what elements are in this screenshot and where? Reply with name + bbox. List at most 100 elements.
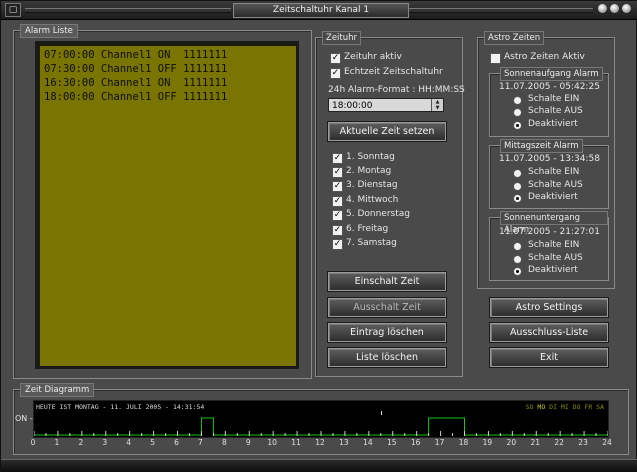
- day-checkbox-mittwoch[interactable]: ✓: [332, 196, 343, 207]
- radio-label: Deaktiviert: [528, 119, 578, 129]
- hour-tick-label: 14: [363, 438, 373, 447]
- hour-tick-label: 2: [78, 438, 84, 447]
- noon-ein-radio[interactable]: [513, 169, 522, 178]
- alarm-list-display[interactable]: 07:00:00 Channel1 ON 1111111 07:30:00 Ch…: [35, 41, 299, 369]
- noon-deaktiviert-radio[interactable]: [513, 194, 522, 203]
- hour-tick-label: 0: [30, 438, 36, 447]
- hour-tick-label: 15: [386, 438, 397, 447]
- title-bar[interactable]: ▢ Zeitschaltuhr Kanal 1: [1, 1, 637, 20]
- astro-settings-button[interactable]: Astro Settings: [490, 298, 608, 317]
- noon-aus-radio[interactable]: [513, 182, 522, 191]
- minimize-icon[interactable]: [598, 4, 607, 13]
- day-label: 2. Montag: [346, 166, 392, 176]
- window-title: Zeitschaltuhr Kanal 1: [233, 3, 409, 18]
- hour-tick-label: 10: [267, 438, 277, 447]
- hour-tick-label: 8: [221, 438, 227, 447]
- hour-tick-label: 21: [530, 438, 541, 447]
- hour-tick-label: 3: [102, 438, 108, 447]
- hour-tick-label: 7: [198, 438, 203, 447]
- day-label: 4. Mittwoch: [346, 195, 399, 205]
- astro-aktiv-checkbox[interactable]: [490, 53, 501, 64]
- alarm-entry[interactable]: 07:30:00 Channel1 OFF 1111111: [44, 62, 290, 76]
- day-label: 6. Freitag: [346, 224, 389, 234]
- alarm-time-value: 18:00:00: [332, 101, 373, 111]
- day-checkbox-sonntag[interactable]: ✓: [332, 153, 343, 164]
- hour-tick-label: 18: [458, 438, 469, 447]
- liste-loeschen-button[interactable]: Liste löschen: [328, 348, 446, 367]
- diagram-chart: [34, 411, 608, 436]
- sunset-datetime: 11.07.2005 - 21:27:01: [499, 227, 600, 237]
- day-checkbox-samstag[interactable]: ✓: [332, 239, 343, 250]
- radio-label: Schalte EIN: [528, 240, 580, 250]
- eintrag-loeschen-button[interactable]: Eintrag löschen: [328, 323, 446, 342]
- spin-down-icon[interactable]: ▼: [432, 105, 443, 111]
- alarm-entry[interactable]: 18:00:00 Channel1 OFF 1111111: [44, 90, 290, 104]
- sunset-aus-radio[interactable]: [513, 255, 522, 264]
- radio-label: Schalte EIN: [528, 167, 580, 177]
- sunrise-ein-radio[interactable]: [513, 96, 522, 105]
- radio-label: Deaktiviert: [528, 265, 578, 275]
- day-checkbox-dienstag[interactable]: ✓: [332, 181, 343, 192]
- hour-tick-label: 5: [150, 438, 155, 447]
- time-format-label: 24h Alarm-Format : HH:MM:SS: [328, 85, 465, 95]
- hour-tick-label: 9: [245, 438, 251, 447]
- ausschalt-zeit-button[interactable]: Ausschalt Zeit: [328, 298, 446, 317]
- alarm-entry[interactable]: 07:00:00 Channel1 ON 1111111: [44, 48, 290, 62]
- hour-tick-label: 19: [482, 438, 493, 447]
- radio-label: Schalte AUS: [528, 180, 583, 190]
- zeituhr-aktiv-checkbox[interactable]: ✓: [330, 53, 341, 64]
- alarm-time-input[interactable]: 18:00:00 ▲ ▼: [328, 98, 444, 112]
- echtzeit-label: Echtzeit Zeitschaltuhr: [344, 67, 443, 77]
- on-label: ON -: [15, 414, 33, 423]
- sunrise-datetime: 11.07.2005 - 05:42:25: [499, 82, 600, 92]
- hour-tick-label: 17: [434, 438, 445, 447]
- hour-tick-label: 12: [315, 438, 325, 447]
- time-spinner[interactable]: ▲ ▼: [431, 99, 443, 111]
- hour-tick-label: 4: [126, 438, 132, 447]
- ausschluss-liste-button[interactable]: Ausschluss-Liste: [490, 323, 608, 342]
- day-checkbox-donnerstag[interactable]: ✓: [332, 210, 343, 221]
- time-diagram-label: Zeit Diagramm: [20, 383, 95, 397]
- astro-aktiv-label: Astro Zeiten Aktiv: [504, 52, 585, 62]
- hour-tick-label: 6: [174, 438, 179, 447]
- hour-tick-label: 20: [506, 438, 517, 447]
- sunrise-label: Sonnenaufgang Alarm: [500, 67, 603, 81]
- day-checkbox-montag[interactable]: ✓: [332, 167, 343, 178]
- exit-button[interactable]: Exit: [490, 348, 608, 367]
- maximize-icon[interactable]: [610, 4, 619, 13]
- day-label: 5. Donnerstag: [346, 209, 410, 219]
- radio-label: Schalte EIN: [528, 94, 580, 104]
- alarm-entry[interactable]: 16:30:00 Channel1 ON 1111111: [44, 76, 290, 90]
- noon-label: Mittagszeit Alarm: [500, 139, 583, 153]
- close-icon[interactable]: [622, 4, 631, 13]
- hour-tick-label: 16: [410, 438, 421, 447]
- day-label: 3. Dienstag: [346, 180, 398, 190]
- radio-label: Deaktiviert: [528, 192, 578, 202]
- noon-datetime: 11.07.2005 - 13:34:58: [499, 154, 600, 164]
- status-bar: [1, 459, 637, 472]
- time-diagram: HEUTE IST MONTAG - 11. JULI 2005 - 14:31…: [33, 400, 609, 438]
- astro-label: Astro Zeiten: [484, 31, 545, 45]
- zeituhr-label: Zeituhr: [322, 31, 362, 45]
- radio-label: Schalte AUS: [528, 106, 583, 116]
- title-bar-decoration: [25, 8, 231, 13]
- hour-tick-label: 11: [291, 438, 301, 447]
- hour-tick-label: 24: [602, 438, 612, 447]
- sunrise-aus-radio[interactable]: [513, 108, 522, 117]
- sunset-deaktiviert-radio[interactable]: [513, 267, 522, 276]
- echtzeit-checkbox[interactable]: ✓: [330, 68, 341, 79]
- day-checkbox-freitag[interactable]: ✓: [332, 225, 343, 236]
- hour-tick-label: 13: [339, 438, 349, 447]
- hour-tick-label: 23: [578, 438, 588, 447]
- sunset-ein-radio[interactable]: [513, 242, 522, 251]
- hour-tick-label: 22: [554, 438, 564, 447]
- radio-label: Schalte AUS: [528, 253, 583, 263]
- hour-tick-label: 1: [54, 438, 60, 447]
- einschalt-zeit-button[interactable]: Einschalt Zeit: [328, 272, 446, 291]
- set-current-time-button[interactable]: Aktuelle Zeit setzen: [328, 122, 446, 141]
- day-label: 7. Samstag: [346, 238, 397, 248]
- system-menu-icon[interactable]: ▢: [5, 3, 21, 17]
- timer-window: ▢ Zeitschaltuhr Kanal 1 Alarm Liste 07:0…: [0, 0, 637, 472]
- sunrise-deaktiviert-radio[interactable]: [513, 121, 522, 130]
- day-label: 1. Sonntag: [346, 152, 395, 162]
